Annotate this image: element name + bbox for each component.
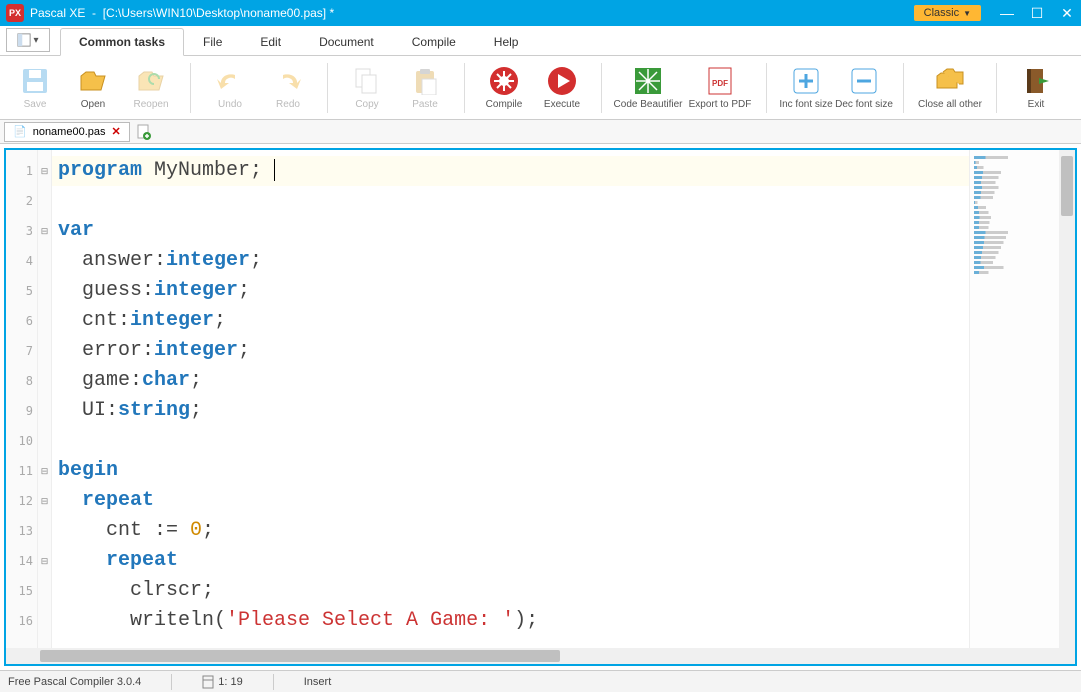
- save-icon: [19, 65, 51, 97]
- plus-icon: [790, 65, 822, 97]
- copy-button[interactable]: Copy: [338, 65, 396, 110]
- status-cursor-position: 1: 19: [202, 675, 242, 689]
- open-button[interactable]: Open: [64, 65, 122, 110]
- undo-icon: [214, 65, 246, 97]
- theme-classic-button[interactable]: Classic: [914, 5, 981, 21]
- file-tab-label: noname00.pas: [33, 126, 106, 138]
- code-line[interactable]: game:char;: [58, 366, 969, 396]
- code-beautifier-button[interactable]: Code Beautifier: [612, 65, 684, 110]
- fold-gutter[interactable]: ⊟ ⊟ ⊟⊟ ⊟: [38, 150, 52, 664]
- close-tab-icon[interactable]: ✕: [111, 125, 120, 138]
- vertical-scrollbar[interactable]: [1059, 150, 1075, 664]
- app-icon: PX: [6, 4, 24, 22]
- app-menu-button[interactable]: ▾: [6, 28, 50, 52]
- minus-icon: [848, 65, 880, 97]
- exit-icon: [1020, 65, 1052, 97]
- horizontal-scrollbar[interactable]: [6, 648, 1059, 664]
- paste-button[interactable]: Paste: [396, 65, 454, 110]
- menu-bar: ▾ Common tasksFileEditDocumentCompileHel…: [0, 26, 1081, 56]
- chevron-down-icon: ▾: [33, 35, 38, 46]
- menu-tab-file[interactable]: File: [184, 28, 241, 56]
- code-line[interactable]: var: [58, 216, 969, 246]
- app-title: Pascal XE - [C:\Users\WIN10\Desktop\nona…: [30, 6, 334, 20]
- minimap[interactable]: [969, 150, 1059, 664]
- execute-button[interactable]: Execute: [533, 65, 591, 110]
- file-tab[interactable]: 📄 noname00.pas ✕: [4, 122, 130, 142]
- folder-reopen-icon: [135, 65, 167, 97]
- editor-frame: 12345678910111213141516 ⊟ ⊟ ⊟⊟ ⊟ program…: [4, 148, 1077, 666]
- folders-icon: [934, 65, 966, 97]
- compile-button[interactable]: Compile: [475, 65, 533, 110]
- document-tabstrip: 📄 noname00.pas ✕: [0, 120, 1081, 144]
- ribbon-toolbar: Save Open Reopen Undo Redo Copy Paste: [0, 56, 1081, 120]
- code-line[interactable]: cnt := 0;: [58, 516, 969, 546]
- code-line[interactable]: writeln('Please Select A Game: ');: [58, 606, 969, 636]
- new-document-icon[interactable]: [136, 124, 152, 140]
- code-line[interactable]: repeat: [58, 546, 969, 576]
- titlebar: PX Pascal XE - [C:\Users\WIN10\Desktop\n…: [0, 0, 1081, 26]
- dec-font-button[interactable]: Dec font size: [835, 65, 893, 110]
- menu-tab-document[interactable]: Document: [300, 28, 393, 56]
- pdf-icon: PDF: [704, 65, 736, 97]
- menu-tab-common-tasks[interactable]: Common tasks: [60, 28, 184, 56]
- menu-tab-compile[interactable]: Compile: [393, 28, 475, 56]
- menu-tab-help[interactable]: Help: [475, 28, 538, 56]
- save-button[interactable]: Save: [6, 65, 64, 110]
- folder-open-icon: [77, 65, 109, 97]
- code-line[interactable]: program MyNumber;: [52, 156, 969, 186]
- play-icon: [546, 65, 578, 97]
- exit-button[interactable]: Exit: [1007, 65, 1065, 110]
- close-all-other-button[interactable]: Close all other: [914, 65, 986, 110]
- export-pdf-button[interactable]: PDF Export to PDF: [684, 65, 756, 110]
- paste-icon: [409, 65, 441, 97]
- code-line[interactable]: clrscr;: [58, 576, 969, 606]
- code-line[interactable]: error:integer;: [58, 336, 969, 366]
- code-line[interactable]: [58, 426, 969, 456]
- svg-text:PDF: PDF: [712, 79, 728, 88]
- beautifier-icon: [632, 65, 664, 97]
- line-number-gutter: 12345678910111213141516: [6, 150, 38, 664]
- cursor-position-icon: [202, 675, 214, 689]
- redo-icon: [272, 65, 304, 97]
- status-bar: Free Pascal Compiler 3.0.4 1: 19 Insert: [0, 670, 1081, 692]
- code-line[interactable]: [58, 186, 969, 216]
- code-editor[interactable]: program MyNumber; var answer:integer; gu…: [52, 150, 969, 664]
- status-insert-mode: Insert: [304, 676, 332, 688]
- redo-button[interactable]: Redo: [259, 65, 317, 110]
- copy-icon: [351, 65, 383, 97]
- code-line[interactable]: begin: [58, 456, 969, 486]
- pascal-file-icon: 📄: [13, 125, 27, 138]
- status-compiler: Free Pascal Compiler 3.0.4: [8, 676, 141, 688]
- compile-icon: [488, 65, 520, 97]
- code-line[interactable]: UI:string;: [58, 396, 969, 426]
- inc-font-button[interactable]: Inc font size: [777, 65, 835, 110]
- minimize-icon[interactable]: —: [999, 5, 1015, 22]
- code-line[interactable]: guess:integer;: [58, 276, 969, 306]
- close-icon[interactable]: ✕: [1059, 5, 1075, 22]
- code-line[interactable]: repeat: [58, 486, 969, 516]
- code-line[interactable]: answer:integer;: [58, 246, 969, 276]
- code-line[interactable]: cnt:integer;: [58, 306, 969, 336]
- undo-button[interactable]: Undo: [201, 65, 259, 110]
- reopen-button[interactable]: Reopen: [122, 65, 180, 110]
- maximize-icon[interactable]: ☐: [1029, 5, 1045, 22]
- menu-tab-edit[interactable]: Edit: [241, 28, 300, 56]
